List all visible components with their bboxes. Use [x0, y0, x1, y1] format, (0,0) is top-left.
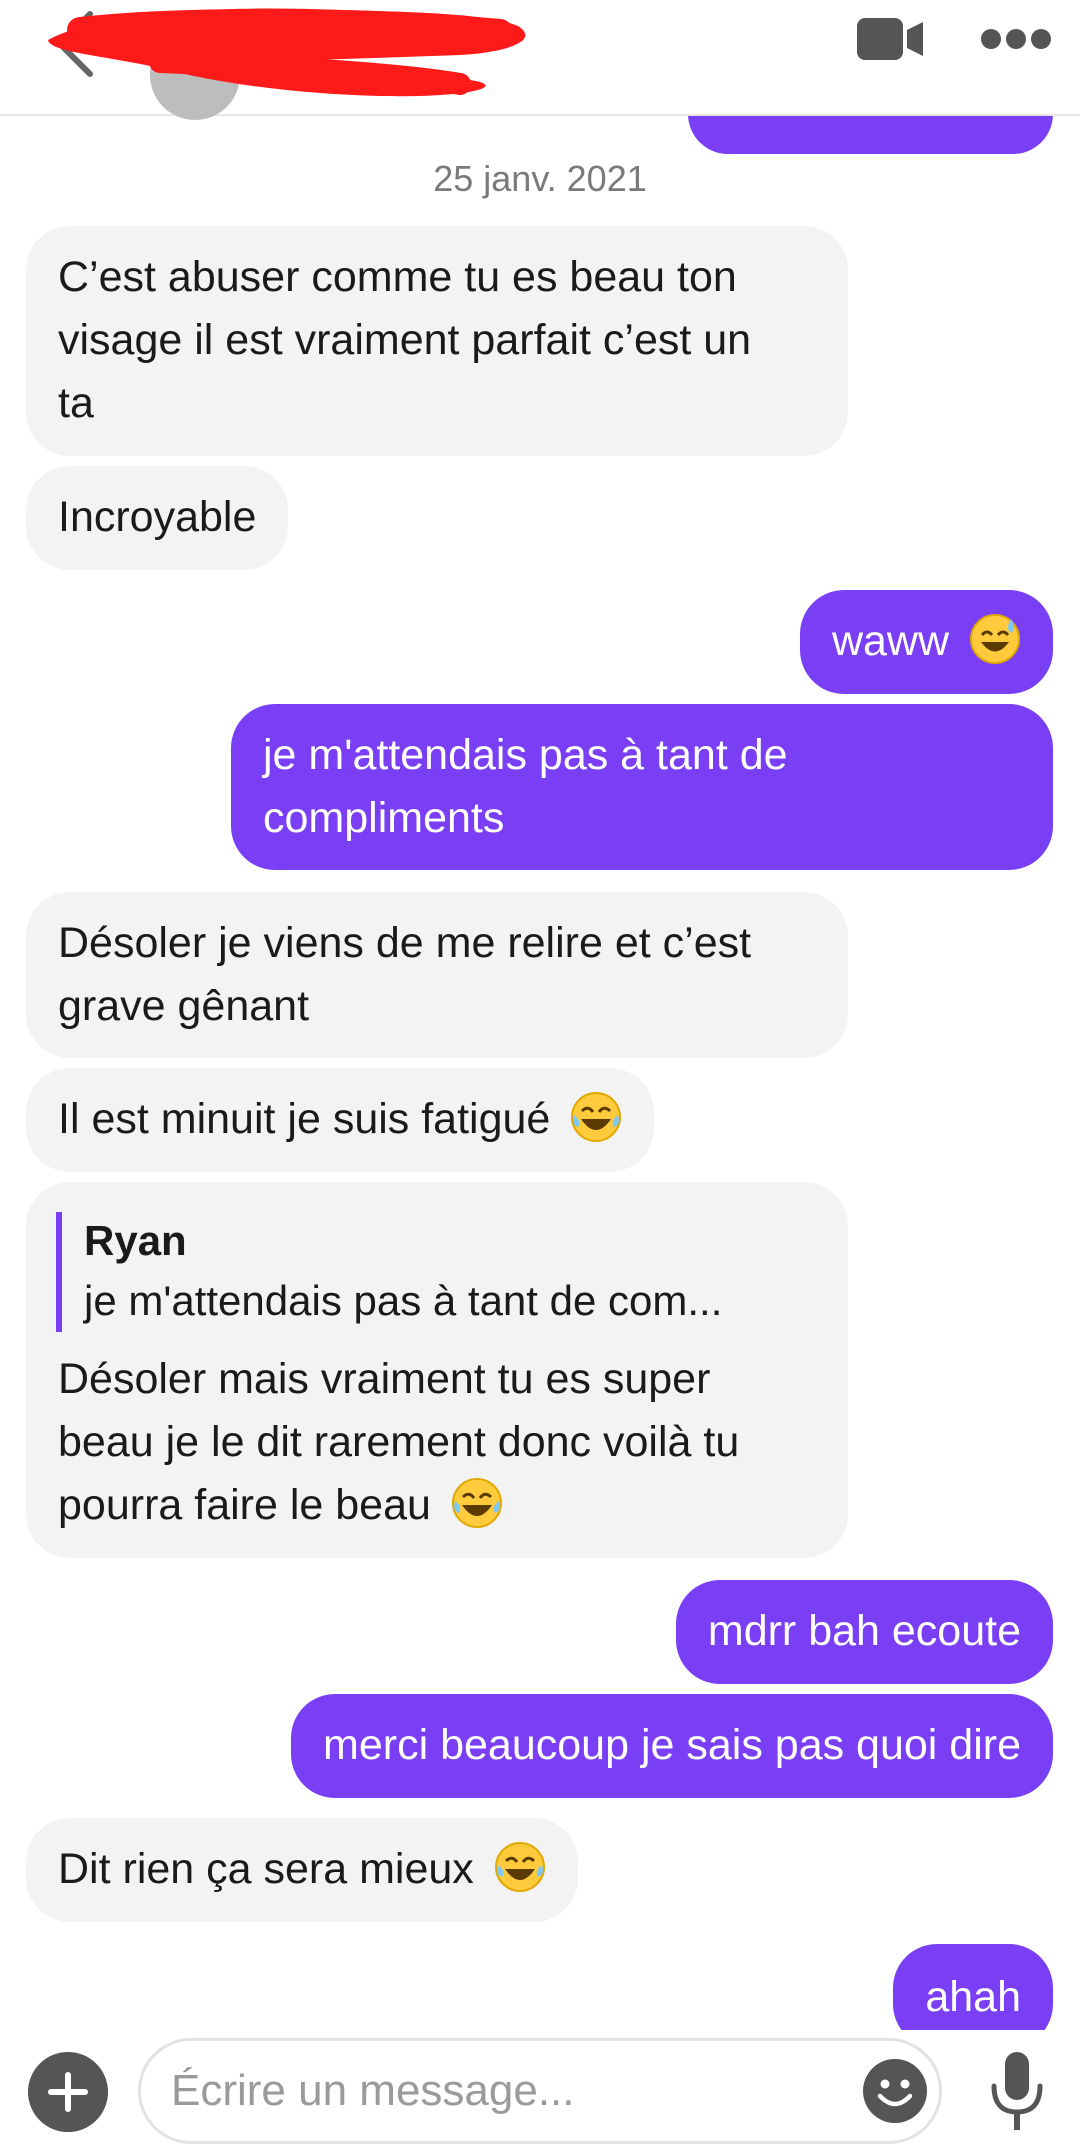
- message-line: visage il est vraiment parfait c’est un: [58, 316, 752, 364]
- message-bubble-sent[interactable]: mdrr bah ecoute: [675, 1580, 1053, 1684]
- message-bubble-received[interactable]: Dit rien ça sera mieux: [26, 1818, 578, 1922]
- message-line: ta: [58, 379, 94, 427]
- message-line: pourra faire le beau: [58, 1481, 431, 1529]
- video-camera-icon[interactable]: [855, 16, 925, 62]
- message-line: beau je le dit rarement donc voilà tu: [58, 1418, 740, 1466]
- message-composer: [0, 2030, 1080, 2148]
- message-bubble-sent[interactable]: waww: [799, 590, 1053, 694]
- message-text: waww: [831, 617, 950, 665]
- plus-circle-icon[interactable]: [28, 2052, 108, 2132]
- chat-header: [0, 0, 1080, 120]
- more-horizontal-icon[interactable]: [980, 28, 1052, 50]
- message-line: Désoler je viens de me relire et c’est: [58, 919, 752, 967]
- message-text: Il est minuit je suis fatigué: [58, 1095, 551, 1143]
- message-bubble-received[interactable]: Il est minuit je suis fatigué: [26, 1068, 655, 1172]
- quote-text: je m'attendais pas à tant de com...: [84, 1277, 723, 1324]
- message-text: Dit rien ça sera mieux: [58, 1845, 474, 1893]
- message-line: grave gênant: [58, 982, 310, 1030]
- message-bubble-received[interactable]: C’est abuser comme tu es beau ton visage…: [26, 226, 848, 456]
- smiley-icon[interactable]: [862, 2058, 928, 2124]
- joy-emoji-icon: [494, 1842, 545, 1892]
- sweat-smile-emoji-icon: [970, 614, 1020, 664]
- name-redaction: [48, 8, 526, 97]
- message-line-with-emoji: pourra faire le beau: [58, 1474, 816, 1537]
- message-line: compliments: [263, 794, 505, 842]
- message-text: mdrr bah ecoute: [707, 1607, 1021, 1655]
- message-input[interactable]: [138, 2038, 942, 2144]
- message-line: Désoler mais vraiment tu es super: [58, 1355, 711, 1403]
- message-bubble-received-reply[interactable]: Ryan je m'attendais pas à tant de com...…: [26, 1182, 848, 1558]
- message-bubble-sent[interactable]: ahah: [893, 1944, 1053, 2030]
- message-list[interactable]: 25 janv. 2021 C’est abuser comme tu es b…: [0, 114, 1080, 2030]
- message-line: je m'attendais pas à tant de: [263, 731, 788, 779]
- message-text: Incroyable: [58, 493, 257, 541]
- message-text: merci beaucoup je sais pas quoi dire: [323, 1721, 1021, 1769]
- message-bubble-sent[interactable]: je m'attendais pas à tant de compliments: [231, 704, 1053, 870]
- joy-emoji-icon: [451, 1478, 502, 1528]
- quoted-message[interactable]: Ryan je m'attendais pas à tant de com...: [56, 1212, 816, 1332]
- message-line: C’est abuser comme tu es beau ton: [58, 253, 737, 301]
- message-bubble-received[interactable]: Incroyable: [26, 466, 289, 570]
- quote-author: Ryan: [84, 1217, 187, 1264]
- message-bubble-received[interactable]: Désoler je viens de me relire et c’est g…: [26, 892, 848, 1058]
- joy-emoji-icon: [571, 1092, 622, 1142]
- message-bubble-sent[interactable]: merci beaucoup je sais pas quoi dire: [291, 1694, 1053, 1798]
- microphone-icon[interactable]: [986, 2050, 1048, 2134]
- date-separator: 25 janv. 2021: [433, 158, 647, 199]
- message-bubble-sent-partial[interactable]: [688, 114, 1053, 154]
- message-text: ahah: [925, 1973, 1021, 2021]
